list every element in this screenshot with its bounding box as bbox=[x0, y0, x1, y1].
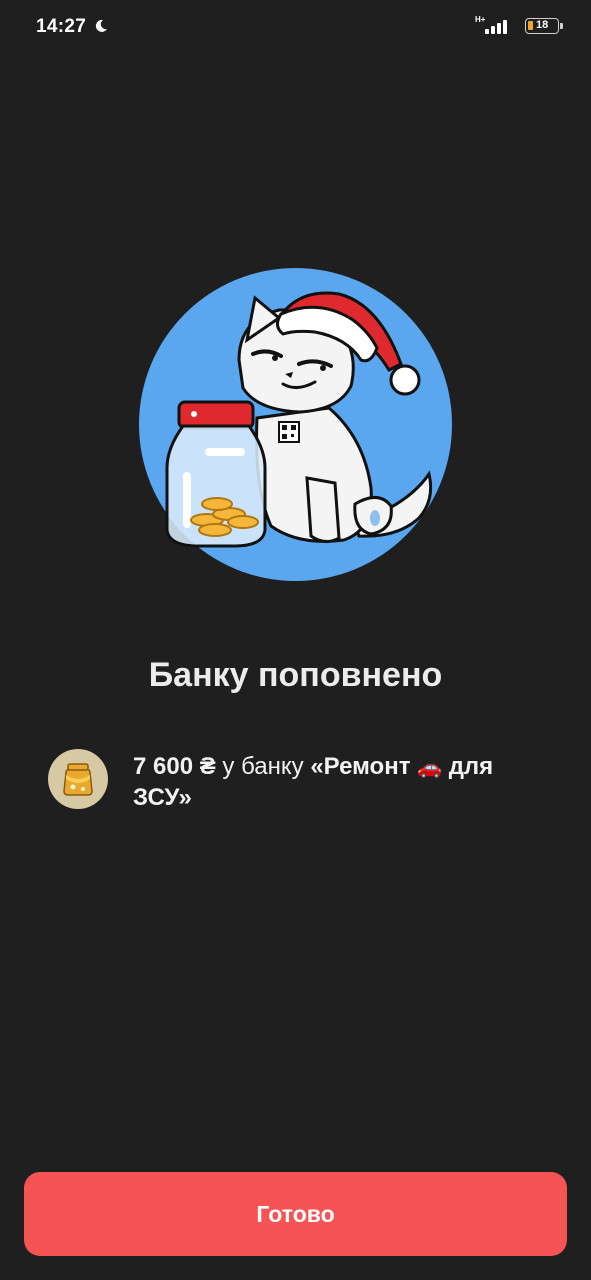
jar-icon bbox=[63, 763, 93, 796]
battery-icon: 18 bbox=[525, 18, 563, 34]
status-time: 14:27 bbox=[36, 16, 87, 37]
jar-name-start: «Ремонт bbox=[310, 753, 418, 780]
jar-avatar bbox=[48, 749, 108, 809]
done-button[interactable]: Готово bbox=[24, 1172, 567, 1256]
deposit-amount: 7 600 ₴ bbox=[133, 753, 216, 780]
deposit-connector: у банку bbox=[215, 753, 311, 780]
page-title: Банку поповнено bbox=[148, 656, 443, 694]
cat-with-jar-illustration bbox=[139, 268, 452, 581]
signal-icon: H+ bbox=[475, 16, 511, 36]
status-bar: 14:27 H+ 18 bbox=[0, 0, 591, 54]
network-type-label: H+ bbox=[475, 15, 486, 24]
car-icon: 🚗 bbox=[417, 757, 443, 779]
battery-level: 18 bbox=[536, 19, 549, 31]
moon-icon bbox=[95, 19, 107, 32]
deposit-description: 7 600 ₴ у банку «Ремонт 🚗 для ЗСУ» bbox=[133, 752, 533, 812]
